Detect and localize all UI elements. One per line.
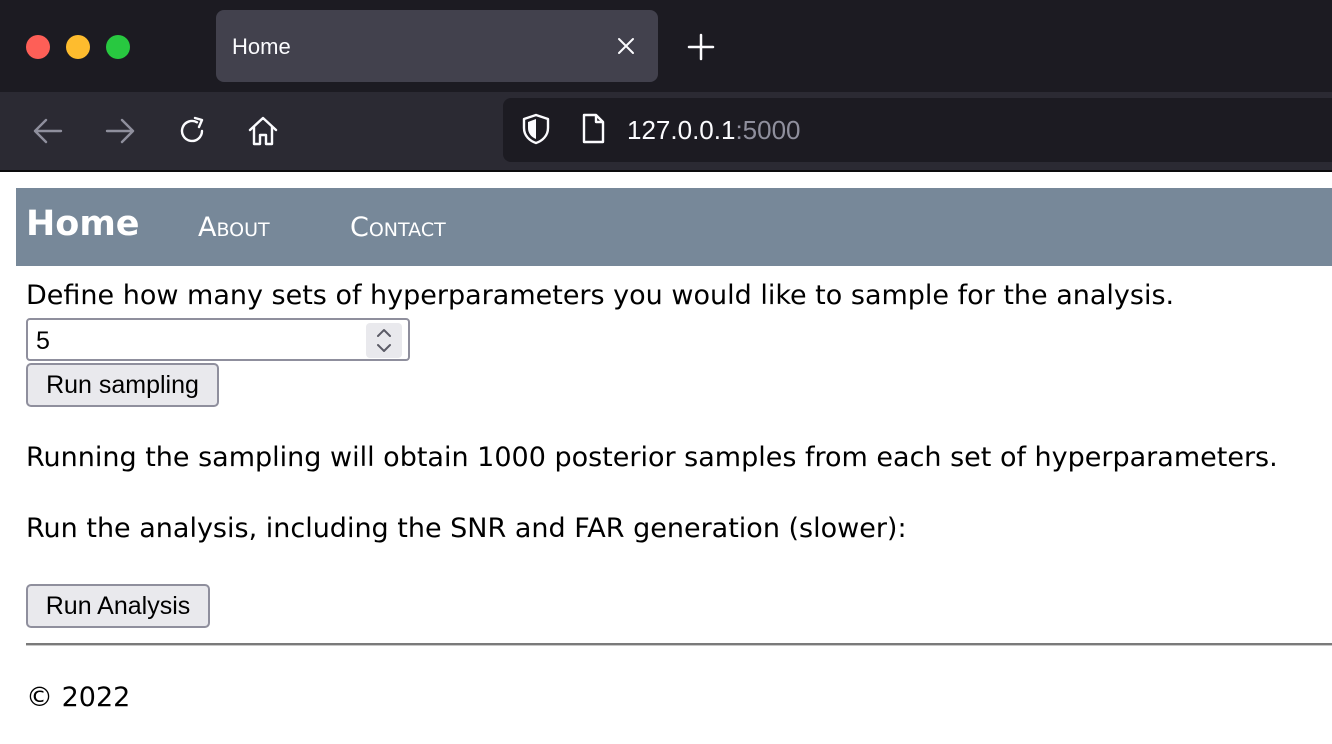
shield-icon[interactable] [519, 112, 553, 146]
sample-count-input[interactable]: 5 [26, 318, 410, 361]
window-zoom-button[interactable] [106, 35, 130, 59]
analysis-prompt: Run the analysis, including the SNR and … [26, 513, 907, 544]
close-icon[interactable] [614, 34, 638, 58]
address-bar[interactable]: 127.0.0.1:5000 [503, 98, 1332, 162]
divider [26, 643, 1332, 646]
run-sampling-button[interactable]: Run sampling [26, 363, 219, 407]
url-text: 127.0.0.1:5000 [627, 115, 801, 146]
plus-icon[interactable] [686, 32, 716, 62]
spinner-down-icon[interactable] [377, 344, 391, 352]
tab-title: Home [232, 34, 291, 59]
forward-arrow-icon[interactable] [103, 114, 137, 148]
browser-tab[interactable]: Home [216, 10, 658, 82]
browser-toolbar: 127.0.0.1:5000 [0, 92, 1332, 172]
quantity-stepper[interactable] [366, 323, 402, 358]
sampling-note: Running the sampling will obtain 1000 po… [26, 442, 1278, 473]
sample-count-value: 5 [36, 327, 50, 355]
nav-about-link[interactable]: About [198, 212, 270, 243]
nav-contact-link[interactable]: Contact [350, 212, 446, 243]
window-minimize-button[interactable] [66, 35, 90, 59]
nav-home-link[interactable]: Home [26, 204, 140, 244]
url-port: :5000 [735, 115, 801, 145]
spinner-up-icon[interactable] [377, 329, 391, 337]
sampling-prompt: Define how many sets of hyperparameters … [26, 280, 1175, 311]
page-icon [582, 113, 605, 144]
home-icon[interactable] [246, 114, 280, 148]
browser-tab-bar: Home [0, 0, 1332, 92]
url-host: 127.0.0.1 [627, 115, 736, 145]
reload-icon[interactable] [175, 114, 209, 148]
site-navigation: Home About Contact [16, 188, 1332, 266]
footer-copyright: © 2022 [26, 682, 131, 713]
back-arrow-icon[interactable] [31, 114, 65, 148]
window-close-button[interactable] [26, 35, 50, 59]
run-analysis-button[interactable]: Run Analysis [26, 584, 210, 628]
